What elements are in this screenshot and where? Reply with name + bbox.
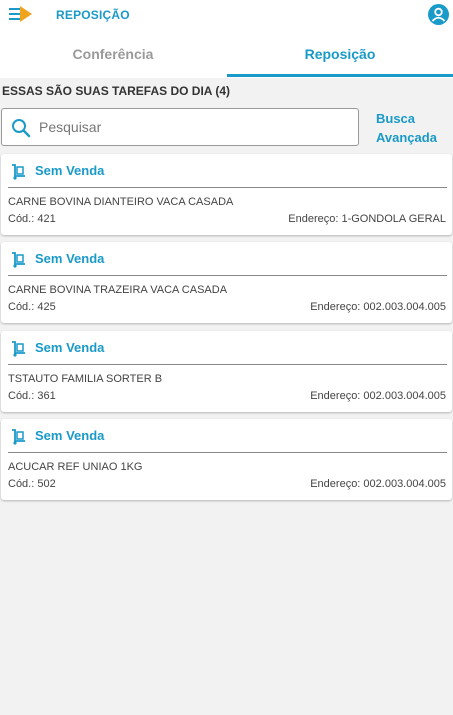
divider bbox=[8, 187, 447, 188]
search-box bbox=[1, 108, 359, 146]
tab-bar: Conferência Reposição bbox=[0, 30, 453, 78]
task-status: Sem Venda bbox=[35, 163, 105, 178]
task-card[interactable]: Sem Venda CARNE BOVINA DIANTEIRO VACA CA… bbox=[1, 154, 452, 235]
hand-truck-icon bbox=[10, 252, 26, 268]
hand-truck-icon bbox=[10, 164, 26, 180]
product-address: Endereço: 002.003.004.005 bbox=[310, 390, 446, 402]
task-card[interactable]: Sem Venda ACUCAR REF UNIAO 1KG Cód.: 502… bbox=[1, 419, 452, 500]
section-title: ESSAS SÃO SUAS TAREFAS DO DIA (4) bbox=[2, 84, 231, 98]
product-address: Endereço: 002.003.004.005 bbox=[310, 301, 446, 313]
menu-arrow-icon[interactable] bbox=[7, 4, 35, 24]
divider bbox=[8, 364, 447, 365]
task-card[interactable]: Sem Venda CARNE BOVINA TRAZEIRA VACA CAS… bbox=[1, 242, 452, 323]
product-address: Endereço: 1-GONDOLA GERAL bbox=[288, 213, 446, 225]
advanced-search-label-2: Avançada bbox=[376, 130, 437, 145]
task-card[interactable]: Sem Venda TSTAUTO FAMILIA SORTER B Cód.:… bbox=[1, 331, 452, 412]
product-name: TSTAUTO FAMILIA SORTER B bbox=[8, 373, 163, 385]
search-input[interactable] bbox=[39, 109, 349, 145]
hand-truck-icon bbox=[10, 341, 26, 357]
hand-truck-icon bbox=[10, 429, 26, 445]
product-name: CARNE BOVINA TRAZEIRA VACA CASADA bbox=[8, 284, 228, 296]
product-address: Endereço: 002.003.004.005 bbox=[310, 478, 446, 490]
product-code: Cód.: 425 bbox=[8, 301, 56, 313]
advanced-search-label-1: Busca bbox=[376, 111, 416, 126]
active-tab-indicator bbox=[227, 74, 453, 77]
product-code: Cód.: 502 bbox=[8, 478, 56, 490]
divider bbox=[8, 452, 447, 453]
task-status: Sem Venda bbox=[35, 428, 105, 443]
task-status: Sem Venda bbox=[35, 251, 105, 266]
search-icon bbox=[11, 118, 31, 138]
divider bbox=[8, 275, 447, 276]
task-status: Sem Venda bbox=[35, 340, 105, 355]
advanced-search-button[interactable]: Busca Avançada bbox=[376, 109, 437, 147]
page-title: REPOSIÇÃO bbox=[56, 8, 130, 22]
product-name: ACUCAR REF UNIAO 1KG bbox=[8, 461, 143, 473]
product-code: Cód.: 361 bbox=[8, 390, 56, 402]
product-code: Cód.: 421 bbox=[8, 213, 56, 225]
product-name: CARNE BOVINA DIANTEIRO VACA CASADA bbox=[8, 196, 234, 208]
tab-reposicao[interactable]: Reposição bbox=[227, 30, 453, 78]
app-header: REPOSIÇÃO bbox=[0, 0, 453, 30]
user-avatar-icon[interactable] bbox=[428, 4, 449, 25]
tab-conferencia[interactable]: Conferência bbox=[0, 30, 226, 78]
